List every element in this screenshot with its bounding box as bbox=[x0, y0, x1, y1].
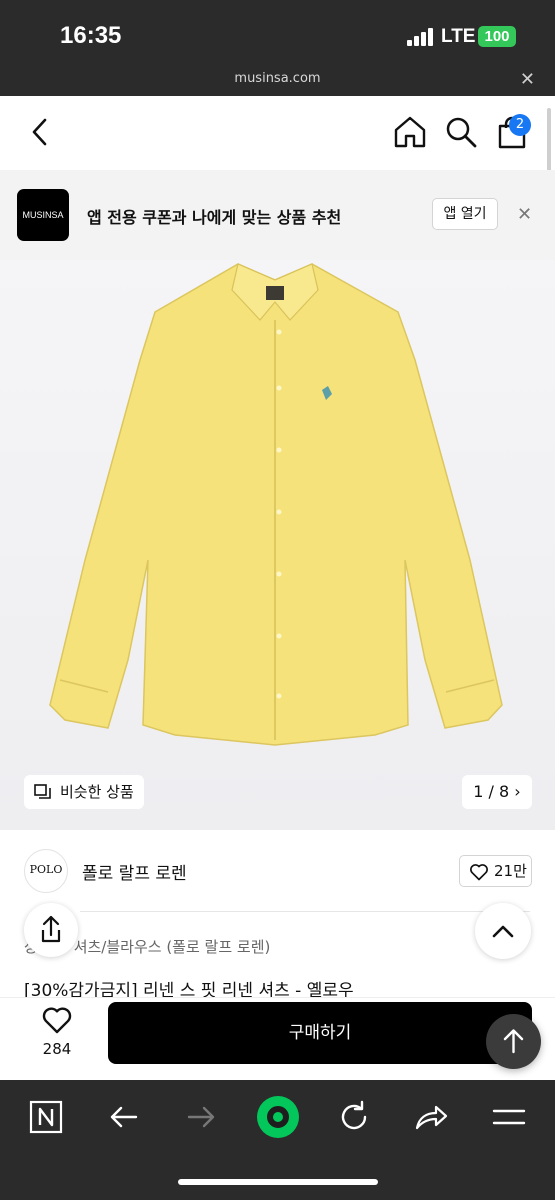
similar-products-label: 비슷한 상품 bbox=[60, 783, 134, 801]
divider bbox=[80, 911, 530, 912]
battery-indicator: 100 bbox=[478, 26, 516, 47]
close-icon[interactable]: ✕ bbox=[520, 69, 535, 90]
url-domain[interactable]: musinsa.com bbox=[0, 71, 555, 86]
product-shirt-image bbox=[49, 263, 503, 746]
top-navigation bbox=[0, 96, 555, 170]
cart-count-badge: 2 bbox=[509, 114, 531, 136]
status-time: 16:35 bbox=[60, 22, 122, 49]
image-counter-text: 1 / 8 bbox=[473, 782, 510, 801]
naver-green-icon[interactable] bbox=[256, 1095, 300, 1139]
home-icon[interactable] bbox=[392, 114, 428, 150]
n-logo-icon[interactable] bbox=[26, 1097, 66, 1137]
brand-row: POLO 폴로 랄프 로렌 21만 bbox=[0, 830, 555, 912]
buy-button[interactable]: 구매하기 bbox=[108, 1002, 532, 1064]
share-icon bbox=[41, 915, 61, 943]
forward-arrow-icon[interactable] bbox=[181, 1097, 221, 1137]
brand-like-count: 21만 bbox=[494, 862, 527, 880]
share-button[interactable] bbox=[24, 903, 78, 957]
collapse-button[interactable] bbox=[475, 903, 531, 959]
chevron-right-icon: › bbox=[514, 782, 521, 801]
musinsa-logo: MUSINSA bbox=[17, 189, 69, 241]
status-bar: 16:35 LTE 100 bbox=[0, 0, 555, 66]
network-type: LTE bbox=[441, 26, 476, 47]
search-icon[interactable] bbox=[443, 114, 479, 150]
product-like-count: 284 bbox=[42, 1040, 72, 1058]
banner-message: 앱 전용 쿠폰과 나에게 맞는 상품 추천 bbox=[87, 208, 342, 227]
heart-icon bbox=[470, 864, 488, 881]
app-promo-banner[interactable]: MUSINSA 앱 전용 쿠폰과 나에게 맞는 상품 추천 앱 열기 ✕ bbox=[0, 170, 555, 260]
brand-logo[interactable]: POLO bbox=[24, 849, 68, 893]
home-indicator bbox=[178, 1179, 378, 1185]
arrow-up-icon bbox=[503, 1029, 524, 1054]
scroll-to-top-button[interactable] bbox=[486, 1014, 541, 1069]
heart-icon[interactable] bbox=[41, 1004, 73, 1036]
open-app-button[interactable]: 앱 열기 bbox=[432, 198, 498, 230]
similar-products-icon bbox=[34, 784, 51, 799]
product-title: [30%감가금지] 리넨 스 핏 리넨 셔츠 - 옐로우 bbox=[24, 981, 354, 998]
refresh-icon[interactable] bbox=[334, 1097, 374, 1137]
brand-name[interactable]: 폴로 랄프 로렌 bbox=[82, 859, 187, 884]
chevron-left-icon[interactable] bbox=[22, 114, 58, 150]
share-icon[interactable] bbox=[411, 1097, 451, 1137]
chevron-up-icon bbox=[492, 925, 514, 938]
back-arrow-icon[interactable] bbox=[104, 1097, 144, 1137]
similar-products-button[interactable]: 비슷한 상품 bbox=[24, 775, 144, 809]
product-image-carousel[interactable]: 비슷한 상품 1 / 8 › bbox=[0, 260, 555, 830]
url-bar[interactable]: musinsa.com ✕ bbox=[0, 66, 555, 96]
close-icon[interactable]: ✕ bbox=[517, 204, 532, 225]
image-counter[interactable]: 1 / 8 › bbox=[462, 775, 532, 809]
menu-icon[interactable] bbox=[489, 1097, 529, 1137]
brand-like-button[interactable]: 21만 bbox=[459, 855, 532, 887]
purchase-bar: 284 구매하기 bbox=[0, 997, 555, 1080]
signal-icon bbox=[407, 28, 435, 46]
